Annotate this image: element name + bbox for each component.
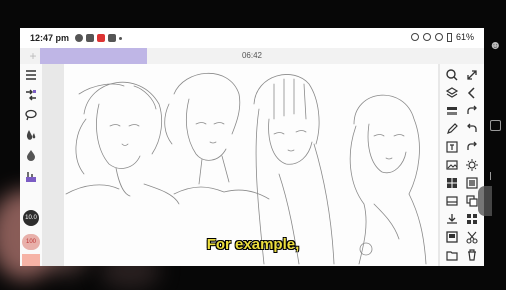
more-dot-icon (119, 36, 123, 40)
battery-percent: 61% (455, 32, 474, 42)
calendar-icon (108, 34, 117, 42)
accessibility-icon[interactable]: ☻ (489, 38, 502, 52)
messenger-icon (75, 34, 84, 42)
recents-nav-button[interactable] (490, 172, 499, 180)
magic-button[interactable] (464, 158, 480, 172)
expand-icon (467, 70, 477, 80)
pen-icon (447, 123, 458, 134)
crop-button[interactable] (444, 194, 460, 208)
image-button[interactable] (444, 158, 460, 172)
filter-button[interactable] (23, 170, 39, 184)
instagram-icon (86, 34, 95, 42)
home-nav-button[interactable] (490, 120, 501, 131)
pen-button[interactable] (444, 122, 460, 136)
timer-label: 06:42 (241, 51, 263, 60)
redo-arrow-icon (467, 141, 477, 150)
import-button[interactable] (444, 212, 460, 226)
import-icon (447, 214, 457, 224)
menu-icon (26, 70, 36, 80)
grid-view-icon (467, 214, 477, 224)
fill-icon (26, 130, 36, 140)
status-time: 12:47 pm (30, 33, 70, 43)
redo-icon (467, 105, 477, 114)
text-button[interactable] (444, 140, 460, 154)
back-icon (467, 87, 475, 99)
crop-icon (446, 196, 458, 206)
frame-button[interactable] (464, 176, 480, 190)
wifi-icon (422, 33, 431, 41)
search-icon (446, 69, 458, 81)
top-bar: + 06:42 (20, 48, 484, 64)
undo-icon (467, 123, 477, 132)
battery-icon (446, 32, 452, 42)
layers-button[interactable] (444, 86, 460, 100)
color-swatch[interactable] (22, 254, 40, 266)
notification-icons (75, 34, 123, 42)
blur-button[interactable] (23, 148, 39, 162)
lasso-icon (25, 109, 37, 121)
magic-icon (466, 159, 478, 171)
copy-icon (466, 195, 478, 207)
brush-size-chip[interactable]: 10.0 (23, 210, 39, 226)
video-caption: For example, (206, 236, 300, 253)
back-button[interactable] (464, 86, 480, 100)
frame-icon (466, 177, 478, 189)
undo-button[interactable] (464, 122, 480, 136)
search-button[interactable] (444, 68, 460, 82)
layers-icon (445, 87, 459, 98)
text-icon (446, 141, 458, 153)
grid-button[interactable] (444, 176, 460, 190)
image-icon (446, 160, 458, 170)
filter-icon (26, 172, 36, 182)
grid-icon (447, 178, 457, 188)
layer-stack-button[interactable] (444, 104, 460, 118)
fill-button[interactable] (23, 128, 39, 142)
transform-icon (26, 89, 36, 101)
transform-button[interactable] (23, 88, 39, 102)
grid-view-button[interactable] (464, 212, 480, 226)
signal-icon (434, 33, 443, 41)
expand-button[interactable] (464, 68, 480, 82)
phone-screen: 12:47 pm 61% + 06:42 10.0 100 (20, 28, 484, 266)
status-bar: 12:47 pm 61% (20, 28, 484, 48)
youtube-icon (97, 34, 106, 42)
side-panel-handle[interactable] (478, 186, 492, 216)
layer-stack-icon (447, 107, 457, 115)
status-right: 61% (410, 32, 474, 42)
redo-button[interactable] (464, 104, 480, 118)
alarm-icon (410, 33, 419, 41)
lasso-button[interactable] (23, 108, 39, 122)
redo-arrow-button[interactable] (464, 140, 480, 154)
menu-button[interactable] (23, 68, 39, 82)
blur-icon (27, 150, 35, 161)
